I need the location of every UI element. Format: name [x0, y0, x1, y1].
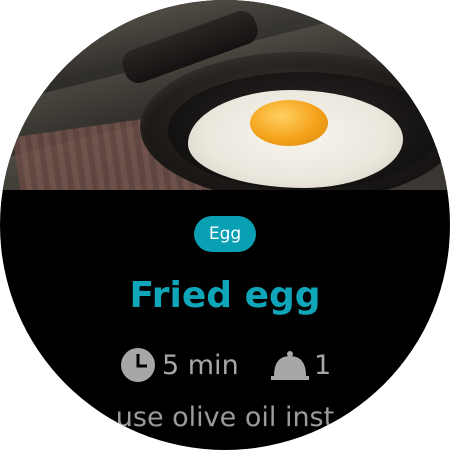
servings-value: 1 [314, 349, 332, 381]
recipe-screen: Egg Fried egg 5 min 1 use olive oil inst [0, 0, 450, 450]
clock-icon [120, 347, 156, 383]
cook-time-value: 5 min [162, 349, 239, 381]
cook-time: 5 min [120, 344, 239, 386]
recipe-photo [0, 0, 450, 190]
servings: 1 [270, 344, 331, 386]
category-tag[interactable]: Egg [194, 216, 256, 252]
recipe-title: Fried egg [129, 275, 321, 316]
photo-egg-yolk [250, 100, 328, 146]
cloche-icon [270, 348, 310, 382]
recipe-description: use olive oil inst [115, 402, 335, 433]
